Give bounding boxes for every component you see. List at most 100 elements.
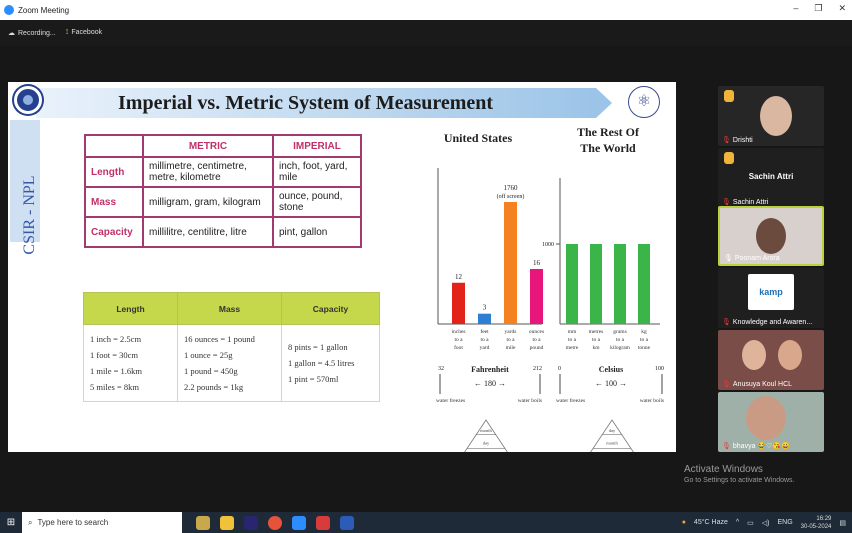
participant-tile[interactable]: Sachin Attri 🎙 Sachin Attri — [718, 148, 824, 208]
weather-text[interactable]: 45°C Haze — [694, 519, 728, 526]
participant-tile[interactable]: 🎙 Anusuya Koul HCL — [718, 330, 824, 390]
bar — [590, 244, 602, 324]
facebook-stream[interactable]: ⟟ Facebook — [66, 29, 102, 37]
participant-video — [742, 340, 766, 370]
conversion-header-cell: Mass — [177, 292, 282, 325]
scale-span: ← 180 → — [474, 379, 506, 388]
windows-start-icon[interactable]: ⊞ — [0, 517, 22, 528]
participant-name: Poonam Arora — [734, 255, 780, 262]
table-cell: inch, foot, yard, mile — [272, 156, 362, 188]
notification-icon[interactable]: ▤ — [839, 519, 846, 527]
table-row: Capacity millilitre, centilitre, litre p… — [84, 216, 362, 248]
participant-name: Sachin Attri — [732, 199, 769, 206]
slide-title: Imperial vs. Metric System of Measuremen… — [118, 92, 494, 114]
bar — [566, 244, 578, 324]
pyramid-label: day — [609, 428, 616, 433]
restore-icon[interactable]: ❐ — [814, 3, 822, 14]
language-indicator[interactable]: ENG — [778, 519, 793, 526]
cloud-record-icon: ☁ — [8, 30, 15, 37]
scale-span: ← 100 → — [595, 379, 627, 388]
data-label: 16 — [533, 259, 541, 267]
category-label: to a — [616, 337, 625, 343]
minimize-icon[interactable]: – — [793, 3, 798, 14]
close-icon[interactable]: ✕ — [838, 3, 846, 14]
conversion-item: 1 pound = 450g — [184, 366, 238, 376]
participant-tile[interactable]: kamp 🎙 Knowledge and Awaren... — [718, 268, 824, 328]
conversion-item: 2.2 pounds = 1kg — [184, 382, 244, 392]
category-label: metre — [566, 345, 579, 351]
tray-chevron-icon[interactable]: ^ — [736, 519, 739, 526]
participant-tile-active-speaker[interactable]: 🎙 Poonam Arora — [718, 206, 824, 266]
conversion-row: 1 inch = 2.5cm 1 foot = 30cm 1 mile = 1.… — [83, 324, 380, 402]
pyramid — [464, 419, 508, 452]
category-label: metres — [589, 329, 604, 335]
briefcase-app-icon[interactable] — [196, 515, 210, 530]
y-tick-label: 1000 — [542, 242, 554, 248]
scale-low: 0 — [558, 366, 561, 372]
clock-time: 16:29 — [816, 515, 832, 522]
search-placeholder: Type here to search — [37, 518, 109, 527]
recorder-app-icon[interactable] — [316, 515, 330, 530]
clock-date: 30-05-2024 — [800, 523, 832, 530]
search-icon: ⌕ — [28, 517, 33, 527]
window-title: Zoom Meeting — [18, 5, 70, 15]
volume-icon[interactable]: ◁) — [762, 519, 770, 527]
chart-title: The World — [580, 141, 636, 155]
participant-name: Anusuya Koul HCL — [732, 381, 793, 388]
category-label: grams — [613, 329, 626, 335]
live-stream-icon: ⟟ — [65, 29, 69, 36]
bar — [504, 202, 517, 324]
pyramid-label: month — [606, 440, 618, 445]
mic-icon: 🎙 — [724, 255, 733, 262]
category-label: mile — [506, 345, 516, 351]
conversion-item: 1 gallon = 4.5 litres — [288, 358, 355, 368]
scale-high-note: water boils — [640, 398, 664, 404]
participant-name: bhavya 😂♡😘😀 — [732, 443, 790, 450]
conversion-item: 1 foot = 30cm — [90, 350, 138, 360]
scale-high: 212 — [533, 366, 542, 372]
recording-indicator[interactable]: ☁ Recording... — [8, 29, 56, 37]
conversion-item: 1 ounce = 25g — [184, 350, 233, 360]
category-label: to a — [592, 337, 601, 343]
mass-conversions: 16 ounces = 1 pound 1 ounce = 25g 1 poun… — [177, 324, 282, 402]
brain-logo-icon: ⚛ — [628, 86, 660, 118]
banner-arrow — [596, 88, 612, 118]
category-label: to a — [568, 337, 577, 343]
recording-label: Recording... — [18, 30, 56, 37]
conversion-header-cell: Capacity — [281, 292, 380, 325]
table-row: Mass milligram, gram, kilogram ounce, po… — [84, 186, 362, 218]
csir-logo-icon — [14, 86, 42, 114]
table-row: Length millimetre, centimetre, metre, ki… — [84, 156, 362, 188]
table-header-cell: METRIC — [142, 134, 274, 158]
word-app-icon[interactable] — [340, 515, 354, 530]
file-explorer-icon[interactable] — [220, 515, 234, 530]
chart-title: United States — [444, 131, 513, 145]
category-label: to a — [640, 337, 649, 343]
window-titlebar: Zoom Meeting – ❐ ✕ — [0, 0, 852, 20]
taskbar-search[interactable]: ⌕ Type here to search — [22, 512, 182, 533]
scale-high-note: water boils — [518, 398, 542, 404]
table-cell: pint, gallon — [272, 216, 362, 248]
scale-high: 100 — [655, 366, 664, 372]
participant-tile[interactable]: 🎙 Drishti — [718, 86, 824, 146]
pyramid-label: month — [480, 428, 492, 433]
bar — [614, 244, 626, 324]
data-label: 12 — [455, 273, 463, 281]
premiere-app-icon[interactable] — [244, 515, 258, 530]
participant-display-name: Sachin Attri — [748, 172, 794, 181]
muted-mic-icon: 🎙 — [722, 137, 731, 144]
participant-tile[interactable]: 🎙 bhavya 😂♡😘😀 — [718, 392, 824, 452]
network-icon[interactable]: ▭ — [747, 519, 754, 527]
zoom-app-icon[interactable] — [292, 515, 306, 530]
chrome-icon[interactable] — [268, 515, 282, 530]
windows-taskbar: ⊞ ⌕ Type here to search ● 45°C Haze ^ ▭ … — [0, 512, 852, 533]
category-label: to a — [506, 337, 515, 343]
category-label: km — [592, 345, 600, 351]
weather-icon[interactable]: ● — [682, 519, 686, 526]
pyramid-label: day — [483, 440, 490, 445]
units-table: METRIC IMPERIAL Length millimetre, centi… — [84, 134, 362, 248]
scale-low-note: water freezes — [556, 397, 585, 404]
muted-mic-icon: 🎙 — [722, 319, 731, 326]
category-label: yard — [480, 345, 490, 351]
taskbar-clock[interactable]: 16:29 30-05-2024 — [801, 515, 832, 531]
